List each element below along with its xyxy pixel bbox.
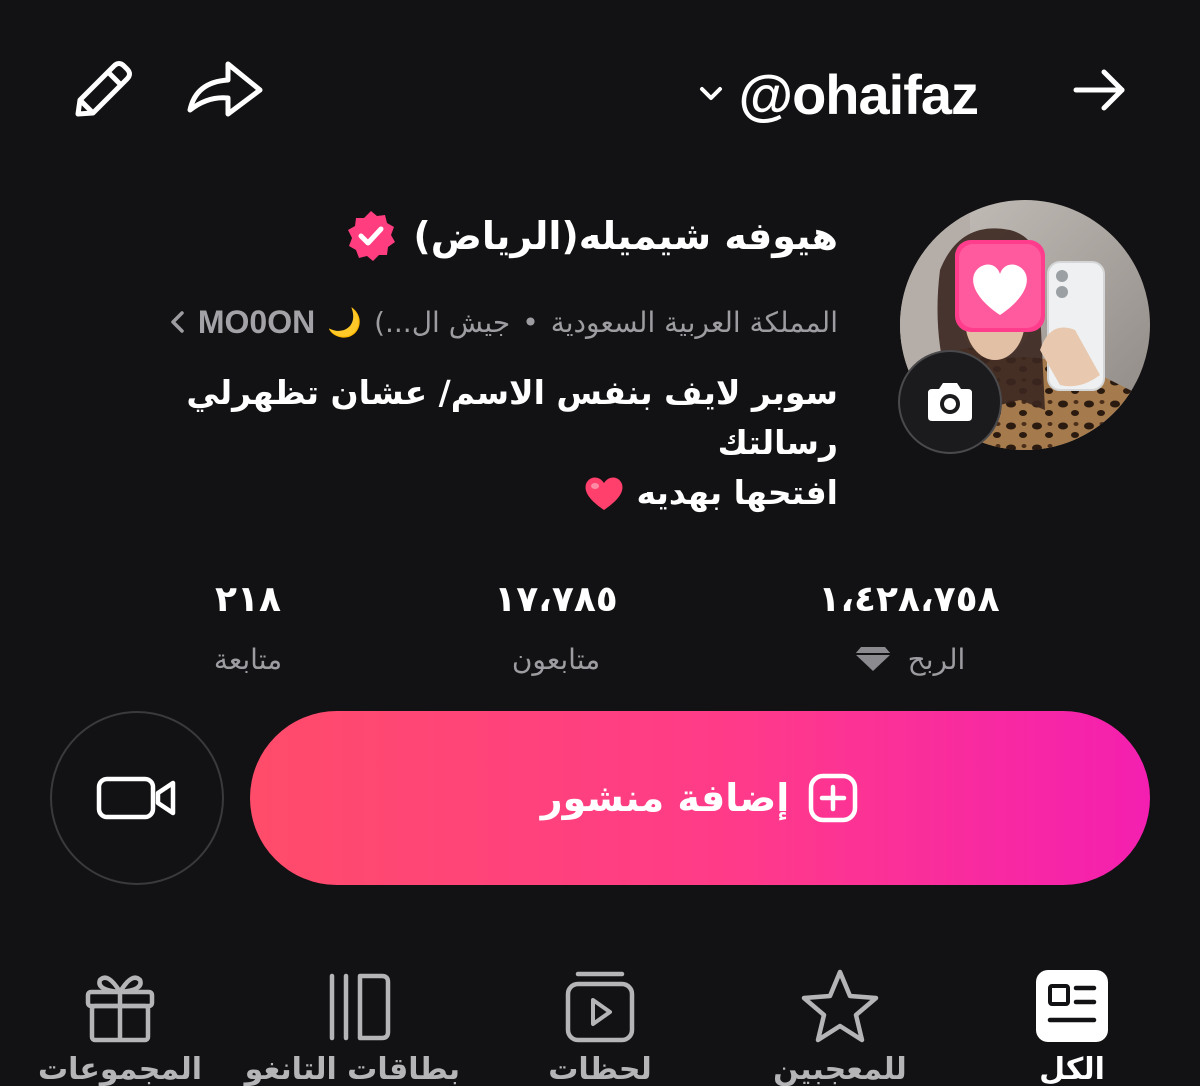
username: @ohaifaz [738, 62, 979, 126]
tab-groups[interactable]: المجموعات [20, 960, 220, 1086]
back-button[interactable] [1068, 58, 1132, 122]
video-camera-icon [96, 776, 176, 820]
profile-meta-row[interactable]: MO0ON 🌙 جيش ال...) • المملكة العربية الس… [168, 298, 838, 346]
tab-moments-label: لحظات [548, 1052, 652, 1086]
news-card-icon [1036, 970, 1108, 1042]
country: المملكة العربية السعودية [550, 305, 838, 339]
stat-following[interactable]: ٢١٨ متابعة [128, 575, 368, 683]
tab-tango-cards[interactable]: بطاقات التانغو [244, 960, 460, 1086]
tab-all[interactable]: الكل [972, 960, 1172, 1086]
bio: سوبر لايف بنفس الاسم/ عشان تظهرلي رسالتك… [118, 368, 838, 518]
chevron-left-icon [171, 311, 184, 333]
add-post-button[interactable]: إضافة منشور [250, 711, 1150, 885]
gift-icon [85, 975, 155, 1043]
pencil-icon [75, 61, 132, 117]
star-icon [801, 969, 879, 1043]
verified-badge-icon [348, 211, 396, 261]
tab-moments[interactable]: لحظات [500, 960, 700, 1086]
add-post-label: إضافة منشور [540, 776, 790, 820]
diamond-icon [854, 647, 891, 671]
edit-profile-button[interactable] [64, 52, 140, 128]
following-label: متابعة [213, 643, 283, 676]
display-name-row: هيوفه شيميله(الرياض) [343, 205, 838, 267]
go-live-button[interactable] [50, 711, 224, 885]
meta-separator: • [522, 305, 539, 339]
stat-earnings[interactable]: ١،٤٢٨،٧٥٨ الربح [789, 575, 1029, 683]
chevron-down-icon [700, 87, 723, 100]
camera-icon [928, 383, 972, 421]
share-arrow-icon [187, 61, 263, 117]
display-name: هيوفه شيميله(الرياض) [413, 214, 838, 258]
heart-emoji-icon [585, 477, 623, 510]
moon-emoji: 🌙 [327, 305, 363, 339]
group-name: جيش ال...) [374, 305, 511, 339]
change-avatar-button[interactable] [898, 350, 1002, 454]
bio-line-2: افتحها بهديه [118, 468, 838, 518]
cards-icon [329, 973, 391, 1041]
arrow-right-icon [1073, 69, 1125, 111]
followers-value: ١٧،٧٨٥ [494, 579, 618, 620]
plus-square-icon [809, 773, 858, 823]
play-stack-icon [565, 971, 635, 1043]
username-switcher[interactable]: @ohaifaz [698, 58, 979, 130]
tab-all-label: الكل [1039, 1052, 1105, 1086]
earnings-label: الربح [907, 643, 966, 676]
bio-line-1: سوبر لايف بنفس الاسم/ عشان تظهرلي رسالتك [186, 373, 838, 462]
tab-for-fans-label: للمعجبين [773, 1052, 907, 1086]
tab-tango-cards-label: بطاقات التانغو [244, 1052, 460, 1086]
tab-groups-label: المجموعات [37, 1052, 203, 1086]
share-button[interactable] [182, 52, 268, 128]
following-value: ٢١٨ [215, 579, 281, 620]
stat-followers[interactable]: ١٧،٧٨٥ متابعون [436, 575, 676, 683]
group-tag: MO0ON [197, 303, 316, 340]
followers-label: متابعون [511, 643, 601, 676]
tab-for-fans[interactable]: للمعجبين [740, 960, 940, 1086]
earnings-value: ١،٤٢٨،٧٥٨ [818, 579, 1000, 620]
